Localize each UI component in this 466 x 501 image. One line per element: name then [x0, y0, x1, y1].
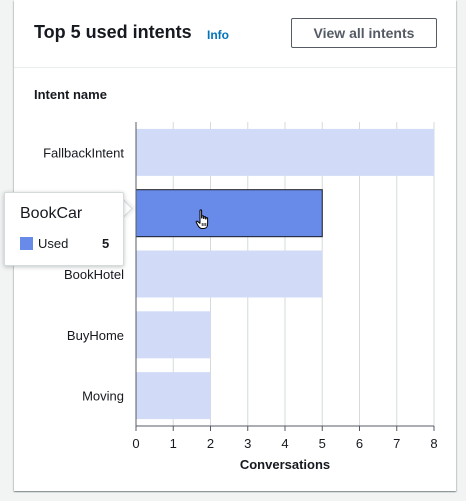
hand-pointer-icon	[195, 209, 209, 229]
x-tick-label: 7	[393, 436, 400, 451]
tooltip-series-label: Used	[38, 236, 69, 251]
bar-bookhotel	[136, 250, 323, 298]
tooltip-title: BookCar	[20, 205, 83, 222]
y-category-label: BookHotel	[64, 267, 124, 282]
bar-moving	[136, 372, 211, 420]
x-tick-label: 2	[207, 436, 214, 451]
x-tick-label: 0	[132, 436, 139, 451]
x-tick-label: 8	[430, 436, 437, 451]
bar-buyhome	[136, 311, 211, 359]
y-category-label: BuyHome	[67, 328, 124, 343]
x-tick-label: 4	[281, 436, 288, 451]
tooltip-legend-swatch	[20, 237, 33, 250]
x-tick-label: 3	[244, 436, 251, 451]
x-tick-label: 1	[170, 436, 177, 451]
bar-bookcar	[135, 189, 323, 238]
y-category-label: FallbackIntent	[43, 145, 124, 160]
x-tick-label: 5	[319, 436, 326, 451]
bar-tooltip: BookCar Used 5	[4, 192, 124, 266]
x-tick-label: 6	[356, 436, 363, 451]
y-category-label: Moving	[82, 389, 124, 404]
x-axis-title: Conversations	[240, 457, 330, 472]
tooltip-value: 5	[102, 236, 110, 251]
bar-fallbackintent	[136, 128, 434, 176]
